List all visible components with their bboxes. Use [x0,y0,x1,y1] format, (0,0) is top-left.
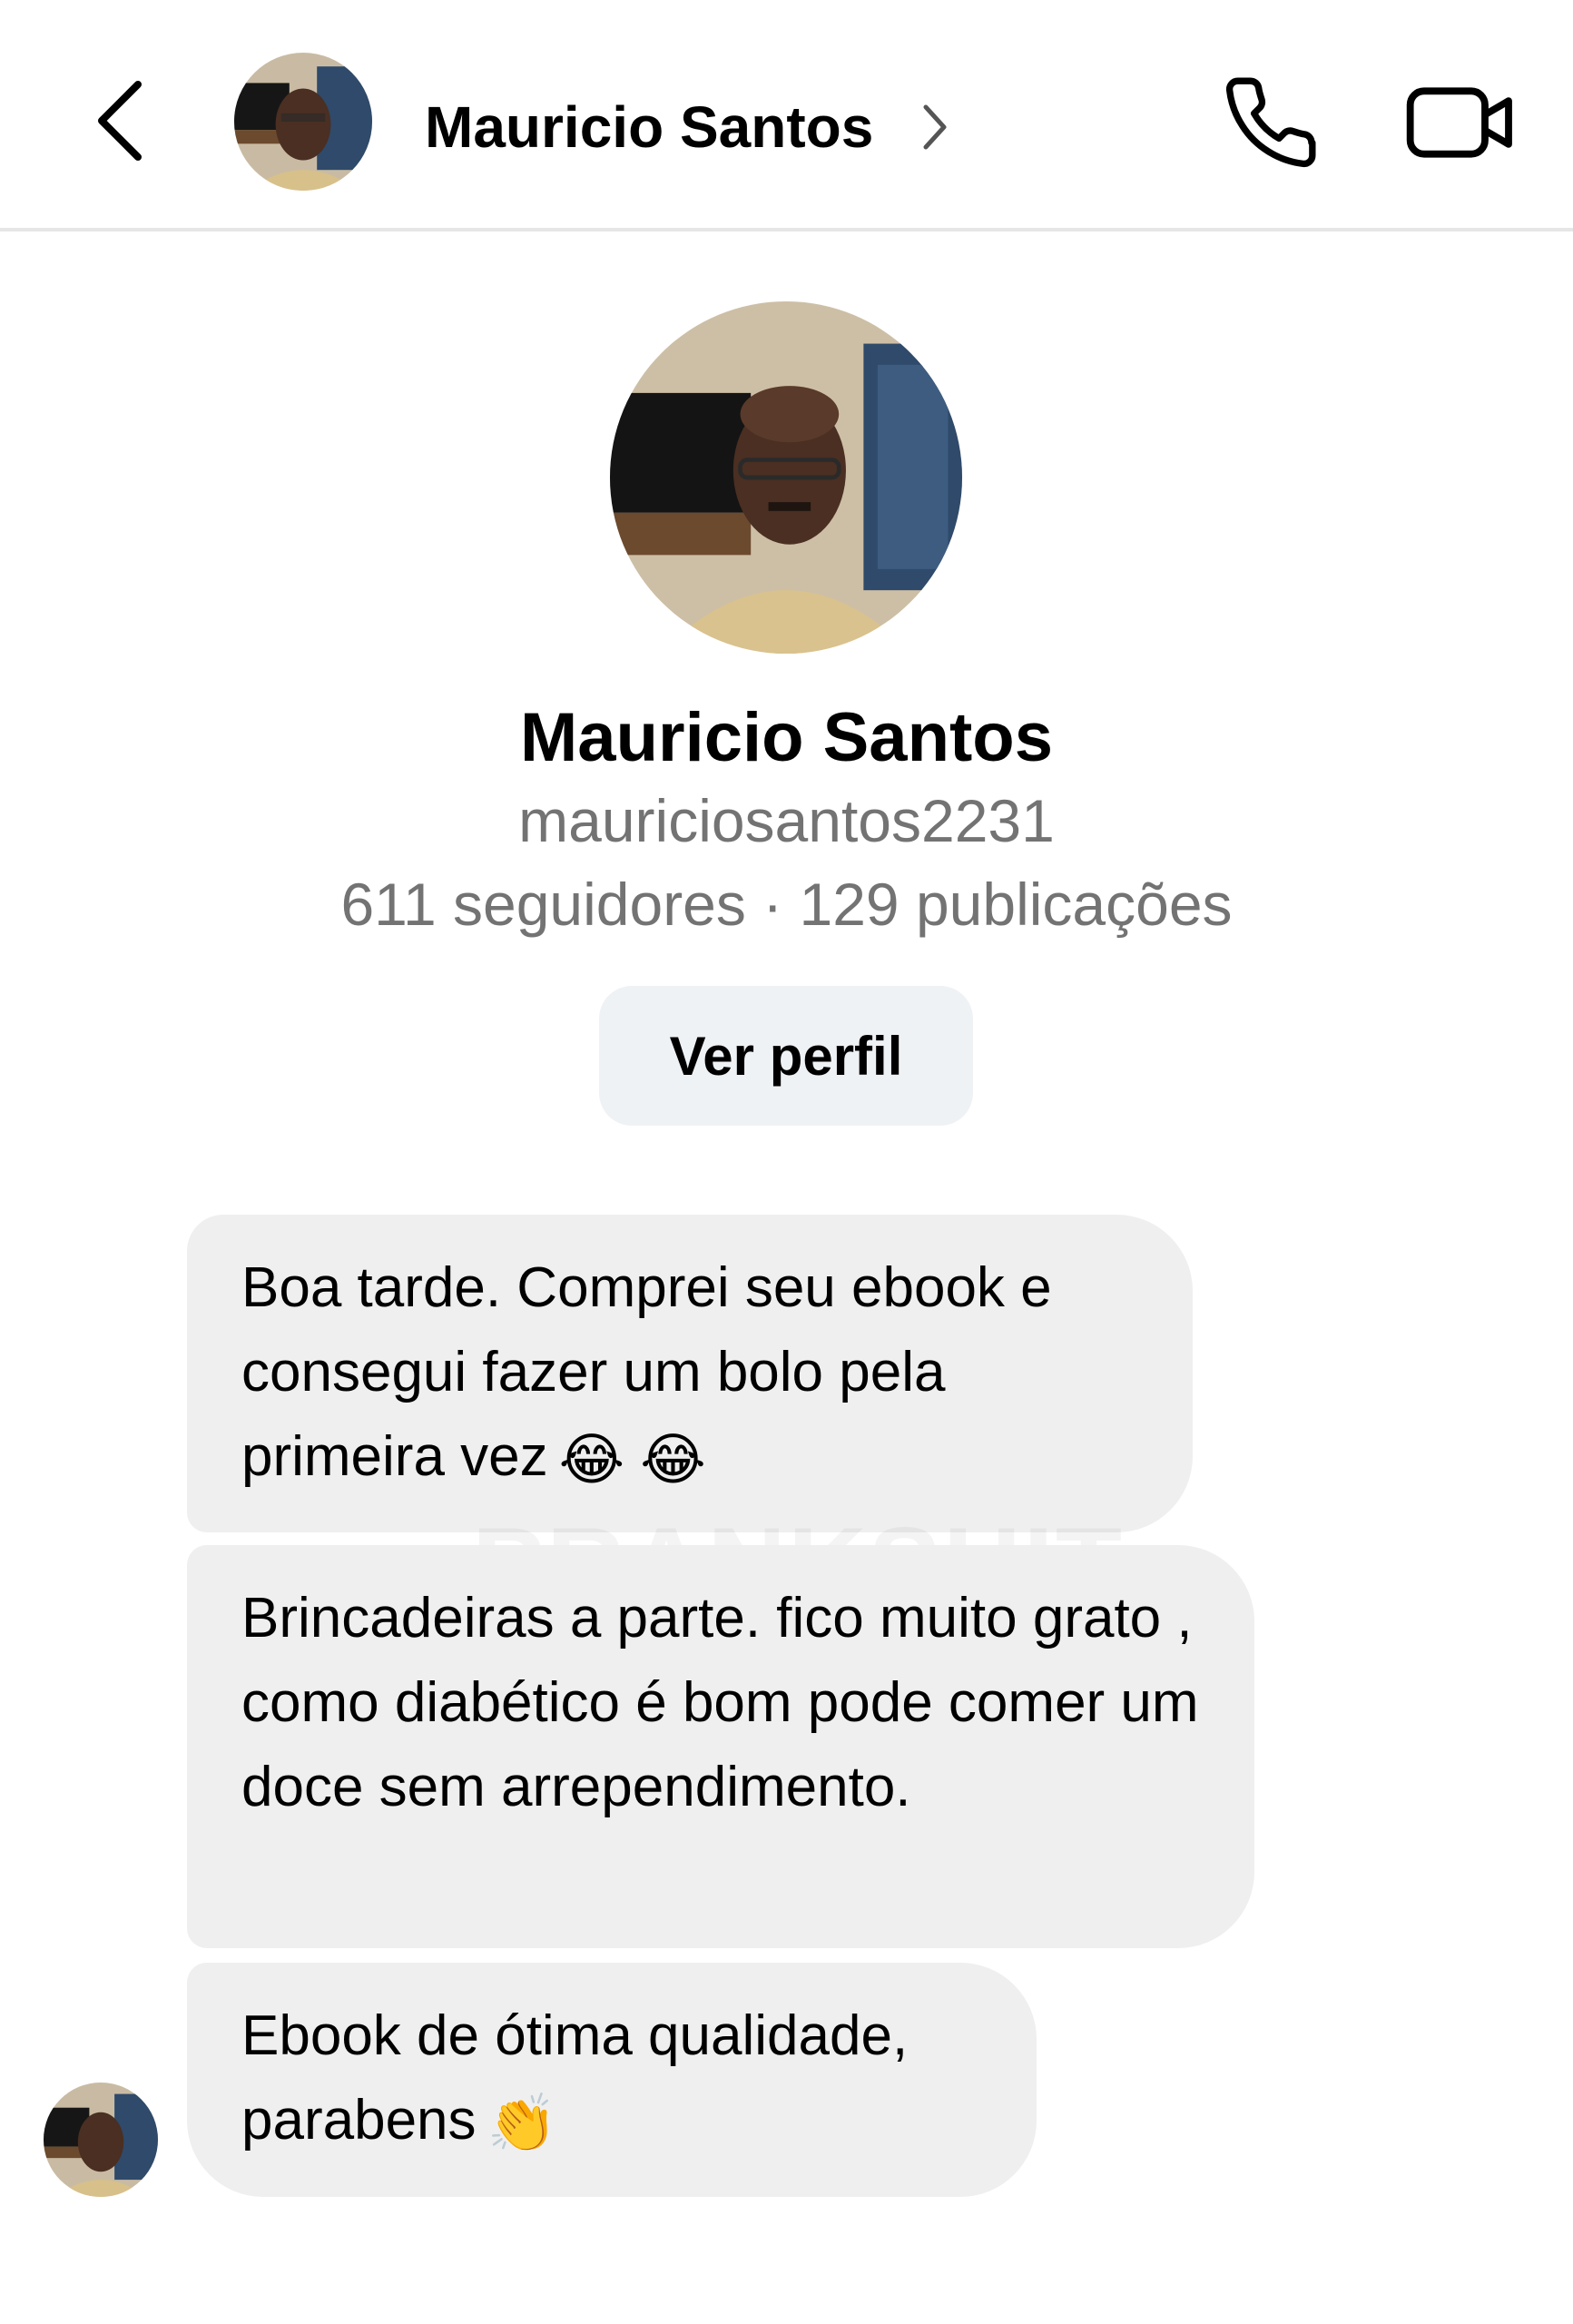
laughing-emoji: 😂 😂 [558,1429,706,1492]
profile-stats: 611 seguidores · 129 publicações [340,871,1233,938]
phone-icon [1225,77,1316,168]
profile-avatar[interactable] [610,301,962,654]
chat-header: Mauricio Santos [0,0,1573,231]
header-avatar[interactable] [234,53,372,191]
avatar-photo [44,2083,158,2197]
call-button[interactable] [1221,73,1321,172]
avatar-photo [234,53,372,191]
chat-screen: Mauricio Santos Mauricio Santos mauricio… [0,0,1573,2324]
message-bubble[interactable]: Boa tarde. Comprei seu ebook e consegui … [187,1215,1193,1532]
profile-username: mauriciosantos2231 [518,787,1055,854]
header-contact-name[interactable]: Mauricio Santos [425,91,873,163]
clapping-hands-emoji: 👏 [487,2093,557,2156]
chevron-left-icon [98,81,142,161]
video-call-button[interactable] [1402,73,1520,172]
profile-name: Mauricio Santos [520,699,1053,776]
message-text: Brincadeiras a parte. fico muito grato ,… [241,1587,1199,1818]
message-bubble[interactable]: Brincadeiras a parte. fico muito grato ,… [187,1545,1254,1948]
chevron-right-icon[interactable] [917,98,953,156]
message-text: Ebook de ótima qualidade, parabens [241,2004,909,2152]
back-button[interactable] [84,71,156,171]
video-camera-icon [1406,87,1512,158]
view-profile-button[interactable]: Ver perfil [599,986,973,1126]
sender-avatar[interactable] [44,2083,158,2197]
avatar-photo [610,301,962,654]
message-bubble[interactable]: Ebook de ótima qualidade, parabens 👏 [187,1963,1037,2197]
